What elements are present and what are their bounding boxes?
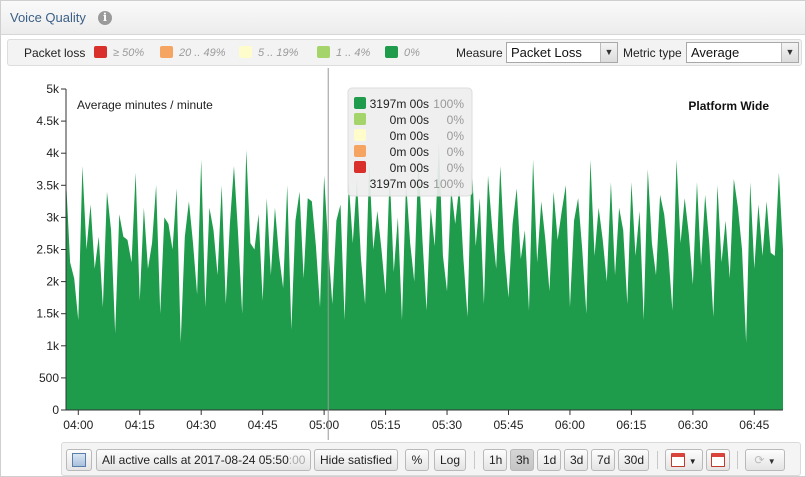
- refresh-icon: ⟳: [754, 453, 765, 467]
- legend-label: 5 .. 19%: [258, 47, 299, 59]
- percent-toggle-button[interactable]: %: [405, 449, 429, 471]
- tooltip-value: 0m 00s: [390, 161, 429, 175]
- chart-subtitle: Average minutes / minute: [77, 98, 213, 112]
- x-tick-label: 05:15: [371, 418, 401, 432]
- legend-bar: Packet loss ≥ 50% 20 .. 49% 5 .. 19% 1 .…: [7, 39, 802, 66]
- toolbar-divider: [474, 451, 475, 469]
- legend-swatch: [160, 46, 173, 58]
- legend-item-20-49[interactable]: 20 .. 49%: [160, 46, 225, 60]
- calendar-picker-button[interactable]: ▼: [665, 449, 703, 471]
- range-30d-button[interactable]: 30d: [618, 449, 649, 471]
- measure-select[interactable]: Packet Loss ▼: [506, 42, 618, 63]
- calendar-icon: [671, 453, 686, 467]
- tooltip-swatch: [354, 97, 366, 109]
- chart-toolbar: All active calls at 2017-08-24 05:50:00 …: [61, 442, 801, 476]
- active-calls-button[interactable]: All active calls at 2017-08-24 05:50:00: [96, 449, 312, 471]
- tooltip-total-value: 3197m 00s: [370, 177, 429, 191]
- legend-item-50[interactable]: ≥ 50%: [94, 46, 144, 60]
- y-tick-label: 0: [52, 403, 59, 417]
- y-tick-label: 3.5k: [36, 178, 60, 192]
- area-chart[interactable]: 0 500 1k 1.5k 2k 2.5k 3k 3.5k 4k 4.5k 5k 04:00 04:15…: [1, 68, 806, 440]
- y-tick-label: 2k: [46, 275, 60, 289]
- legend-swatch: [94, 46, 107, 58]
- x-tick-label: 04:30: [186, 418, 216, 432]
- y-tick-label: 500: [39, 371, 59, 385]
- tooltip-percent: 0%: [447, 129, 465, 143]
- scope-label: Platform Wide: [688, 99, 769, 113]
- y-tick-label: 2.5k: [36, 243, 60, 257]
- range-3h-button[interactable]: 3h: [510, 449, 534, 471]
- voice-quality-panel: Voice Quality i Packet loss ≥ 50% 20 .. …: [0, 0, 806, 477]
- chevron-down-icon: ▼: [767, 457, 776, 466]
- legend-item-5-19[interactable]: 5 .. 19%: [239, 46, 298, 60]
- tooltip-swatch: [354, 145, 366, 157]
- x-tick-label: 04:00: [63, 418, 93, 432]
- legend-swatch: [385, 46, 398, 58]
- tooltip-value: 3197m 00s: [370, 97, 429, 111]
- range-3d-button[interactable]: 3d: [564, 449, 588, 471]
- range-7d-button[interactable]: 7d: [591, 449, 615, 471]
- active-calls-label: All active calls at 2017-08-24 05:50: [102, 453, 289, 467]
- y-tick-label: 5k: [46, 82, 60, 96]
- calendar-today-icon: [711, 453, 725, 467]
- panel-header: Voice Quality i: [1, 1, 805, 35]
- refresh-button[interactable]: ⟳ ▼: [745, 449, 785, 471]
- y-tick-label: 1.5k: [36, 307, 60, 321]
- chevron-down-icon[interactable]: ▼: [600, 43, 617, 62]
- calendar-today-button[interactable]: [706, 449, 730, 471]
- legend-label: 1 .. 4%: [336, 47, 371, 59]
- range-1h-button[interactable]: 1h: [483, 449, 507, 471]
- legend-swatch: [317, 46, 330, 58]
- tooltip-percent: 100%: [433, 97, 464, 111]
- table-icon: [72, 453, 86, 467]
- y-tick-label: 4.5k: [36, 114, 60, 128]
- x-tick-label: 04:15: [125, 418, 155, 432]
- tooltip-value: 0m 00s: [390, 113, 429, 127]
- metric-type-select[interactable]: Average ▼: [686, 42, 799, 63]
- y-tick-label: 3k: [46, 210, 60, 224]
- legend-label: 20 .. 49%: [179, 47, 226, 59]
- chevron-down-icon[interactable]: ▼: [781, 43, 798, 62]
- legend-swatch: [239, 46, 252, 58]
- tooltip-swatch: [354, 129, 366, 141]
- measure-label: Measure: [456, 46, 503, 60]
- x-tick-label: 04:45: [248, 418, 278, 432]
- info-icon[interactable]: i: [98, 11, 112, 25]
- panel-title: Voice Quality: [10, 10, 86, 25]
- tooltip-total-percent: 100%: [433, 177, 464, 191]
- active-calls-seconds: :00: [288, 453, 306, 467]
- metric-type-label: Metric type: [623, 46, 682, 60]
- tooltip-percent: 0%: [447, 161, 465, 175]
- x-tick-label: 06:15: [616, 418, 646, 432]
- hide-satisfied-button[interactable]: Hide satisfied: [314, 449, 399, 471]
- tooltip-percent: 0%: [447, 145, 465, 159]
- log-scale-button[interactable]: Log: [434, 449, 466, 471]
- legend-label: ≥ 50%: [113, 47, 145, 59]
- tooltip-swatch: [354, 161, 366, 173]
- legend-label: 0%: [404, 47, 420, 59]
- toolbar-divider: [737, 451, 738, 469]
- toolbar-divider: [657, 451, 658, 469]
- tooltip-value: 0m 00s: [390, 145, 429, 159]
- x-tick-label: 05:00: [309, 418, 339, 432]
- chevron-down-icon: ▼: [688, 457, 697, 466]
- x-tick-label: 06:45: [739, 418, 769, 432]
- x-tick-label: 06:30: [678, 418, 708, 432]
- legend-title: Packet loss: [24, 46, 86, 60]
- legend-item-1-4[interactable]: 1 .. 4%: [317, 46, 370, 60]
- y-tick-label: 4k: [46, 146, 60, 160]
- table-view-button[interactable]: [66, 449, 92, 471]
- x-tick-label: 05:30: [432, 418, 462, 432]
- metric-type-value: Average: [691, 45, 740, 60]
- y-tick-label: 1k: [46, 339, 60, 353]
- legend-item-0[interactable]: 0%: [385, 46, 420, 60]
- range-1d-button[interactable]: 1d: [537, 449, 561, 471]
- tooltip-percent: 0%: [447, 113, 465, 127]
- tooltip-swatch: [354, 113, 366, 125]
- x-tick-label: 06:00: [555, 418, 585, 432]
- measure-value: Packet Loss: [511, 45, 582, 60]
- tooltip-value: 0m 00s: [390, 129, 429, 143]
- x-tick-label: 05:45: [493, 418, 523, 432]
